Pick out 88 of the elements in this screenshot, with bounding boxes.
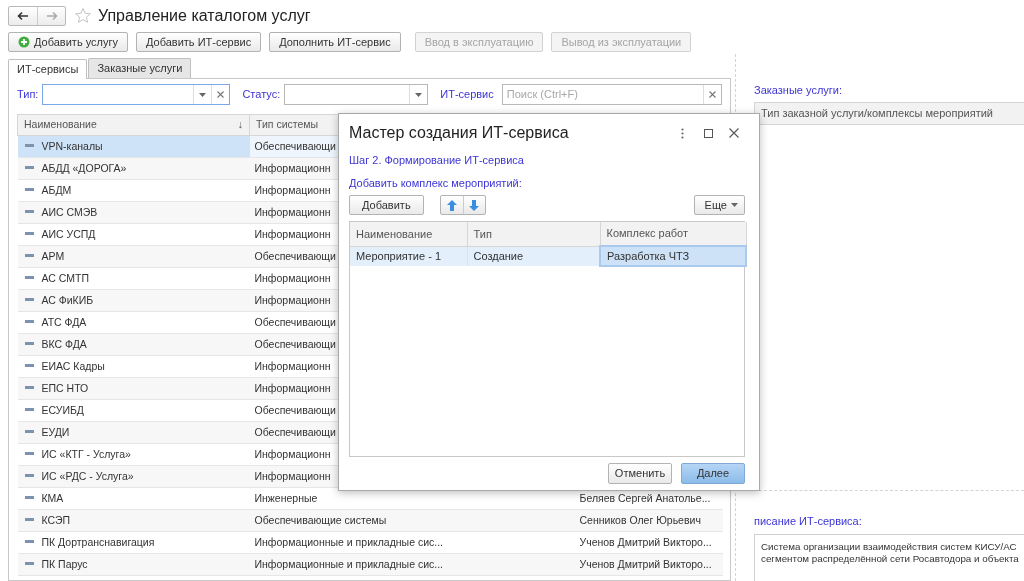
table-cell: Ученов Дмитрий Викторо... bbox=[574, 531, 723, 554]
dash-icon bbox=[24, 320, 34, 324]
dash-icon bbox=[24, 408, 34, 412]
table-cell[interactable]: АИС СМЭВ bbox=[17, 201, 250, 224]
table-cell[interactable]: ИС «РДС - Услуга» bbox=[17, 465, 250, 488]
cancel-button[interactable]: Отменить bbox=[608, 463, 672, 484]
table-cell: Информационные и прикладные сис... bbox=[249, 553, 575, 576]
dash-icon bbox=[24, 496, 34, 500]
search-field[interactable]: Поиск (Ctrl+F) bbox=[501, 84, 722, 105]
table-cell: Сенников Олег Юрьевич bbox=[574, 509, 723, 532]
dash-icon bbox=[24, 188, 34, 192]
table-cell[interactable]: АРМ bbox=[17, 245, 250, 268]
section-label: писание ИТ-сервиса: bbox=[754, 514, 863, 529]
dash-icon bbox=[24, 144, 34, 148]
toolbar-button[interactable]: Добавить ИТ-сервис bbox=[136, 32, 262, 52]
table-cell[interactable]: КМА bbox=[17, 487, 250, 510]
dash-icon bbox=[24, 364, 34, 368]
dash-icon bbox=[24, 276, 34, 280]
table-cell[interactable]: Разработка ЧТЗ bbox=[600, 246, 746, 266]
close-icon bbox=[217, 91, 225, 98]
toolbar-button[interactable]: Добавить услугу bbox=[8, 32, 128, 52]
table-cell: Ученов Дмитрий Викторо... bbox=[574, 553, 723, 576]
table-cell[interactable]: АИС УСПД bbox=[17, 223, 250, 246]
dash-icon bbox=[24, 452, 34, 456]
dash-icon bbox=[24, 254, 34, 258]
dash-icon bbox=[24, 210, 34, 214]
section-label: Заказные услуги: bbox=[754, 83, 844, 98]
table-cell[interactable]: ЕСУИБД bbox=[17, 399, 250, 422]
tab[interactable]: ИТ-сервисы bbox=[8, 59, 88, 79]
table-cell[interactable]: ИС «КТГ - Услуга» bbox=[17, 443, 250, 466]
type-field[interactable] bbox=[42, 84, 231, 105]
table-cell: Обеспечивающие системы bbox=[249, 509, 575, 532]
table-cell[interactable]: ЕУДИ bbox=[17, 421, 250, 444]
table-cell[interactable]: ПК Парус bbox=[17, 553, 250, 576]
window-title: Управление каталогом услуг bbox=[98, 5, 311, 26]
table-cell[interactable]: ЕИАС Кадры bbox=[17, 355, 250, 378]
table-cell[interactable]: ЕПС НТО bbox=[17, 377, 250, 400]
table-cell[interactable]: ВКС ФДА bbox=[17, 333, 250, 356]
table-cell[interactable]: КСЭП bbox=[17, 509, 250, 532]
filter-label: Тип: bbox=[17, 87, 39, 103]
description-field[interactable]: Система организации взаимодействия систем КИСУ/АС сегментом распределённой сети Росавтодора и объекта bbox=[754, 533, 1024, 581]
description-text: Система организации взаимодействия систем КИСУ/АС bbox=[761, 540, 1017, 553]
dash-icon bbox=[24, 298, 34, 302]
dash-icon bbox=[24, 386, 34, 390]
table-cell[interactable]: ПК Дортранснавигация bbox=[17, 531, 250, 554]
dash-icon bbox=[24, 474, 34, 478]
dash-icon bbox=[24, 342, 34, 346]
description-text: сегментом распределённой сети Росавтодора и объекта bbox=[761, 552, 1019, 565]
sort-mark[interactable]: ↓ bbox=[237, 117, 243, 133]
kebab-icon bbox=[680, 127, 684, 139]
table-cell: Информационные и прикладные сис... bbox=[249, 531, 575, 554]
table-cell[interactable]: АС СМТП bbox=[17, 267, 250, 290]
back-icon bbox=[17, 10, 29, 21]
arrow-up-icon bbox=[446, 199, 457, 211]
add-button[interactable]: Добавить bbox=[349, 195, 424, 215]
column-header[interactable]: Наименование bbox=[24, 117, 97, 133]
more-menu-button[interactable]: Еще bbox=[693, 195, 745, 215]
forward-icon bbox=[45, 10, 58, 21]
table-cell[interactable]: Мероприятие - 1 bbox=[350, 246, 467, 266]
column-header[interactable]: Тип системы bbox=[256, 118, 319, 131]
star-icon[interactable] bbox=[74, 7, 92, 24]
caret-icon bbox=[415, 92, 423, 97]
column-header[interactable]: Тип bbox=[473, 227, 492, 240]
status-field[interactable] bbox=[284, 84, 429, 105]
add-icon bbox=[18, 36, 30, 48]
close-icon bbox=[729, 128, 739, 138]
table-cell[interactable]: VPN-каналы bbox=[17, 135, 250, 158]
filter-label: Статус: bbox=[242, 87, 281, 103]
filter-label: ИТ-сервис bbox=[440, 87, 494, 103]
column-header[interactable]: Тип заказной услуги/комплексы мероприятий bbox=[754, 101, 1024, 125]
table-cell[interactable]: АБДМ bbox=[17, 179, 250, 202]
next-button[interactable]: Далее bbox=[681, 463, 745, 484]
table-cell[interactable]: АС ФиКИБ bbox=[17, 289, 250, 312]
table-cell[interactable]: АТС ФДА bbox=[17, 311, 250, 334]
dash-icon bbox=[24, 518, 34, 522]
caret-icon bbox=[199, 92, 207, 97]
tab[interactable]: Заказные услуги bbox=[88, 58, 192, 78]
toolbar-button[interactable]: Дополнить ИТ-сервис bbox=[269, 32, 401, 52]
dash-icon bbox=[24, 562, 34, 566]
square-icon bbox=[703, 128, 713, 138]
close-icon bbox=[709, 91, 716, 98]
dash-icon bbox=[24, 430, 34, 434]
dash-icon bbox=[24, 232, 34, 236]
arrow-down-icon bbox=[469, 199, 480, 211]
dash-icon bbox=[24, 540, 34, 544]
caret-icon bbox=[731, 203, 738, 207]
table-cell[interactable]: АБДД «ДОРОГА» bbox=[17, 157, 250, 180]
dash-icon bbox=[24, 166, 34, 170]
